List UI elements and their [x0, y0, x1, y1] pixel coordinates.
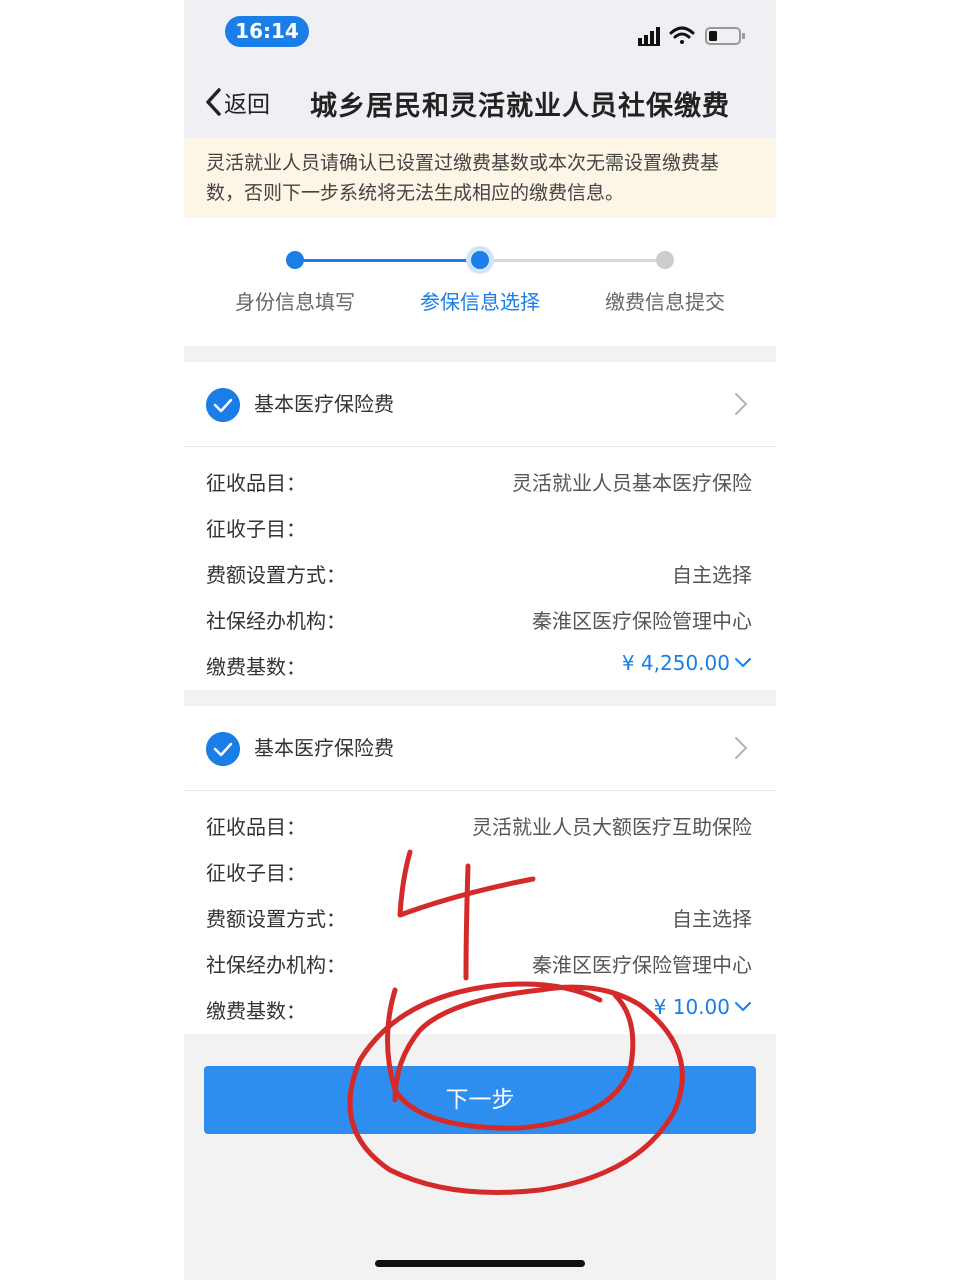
detail-row: 社保经办机构： 秦淮区医疗保险管理中心: [184, 597, 776, 643]
row-value: 自主选择: [672, 563, 752, 587]
row-label: 征收品目：: [206, 815, 306, 839]
status-time: 16:14: [225, 16, 309, 47]
step-connector-pending: [480, 259, 665, 262]
chevron-right-icon: [735, 737, 748, 759]
row-value: 灵活就业人员大额医疗互助保险: [472, 815, 752, 839]
row-label: 征收子目：: [206, 517, 306, 541]
row-value: 自主选择: [672, 907, 752, 931]
progress-stepper: 身份信息填写 参保信息选择 缴费信息提交: [184, 218, 776, 346]
status-bar: 16:14: [184, 0, 776, 66]
step-dot-2: [471, 251, 489, 269]
chevron-left-icon: [206, 88, 221, 116]
nav-bar: 返回 城乡居民和灵活就业人员社保缴费: [184, 66, 776, 138]
back-button[interactable]: 返回: [204, 86, 270, 118]
chevron-right-icon: [735, 393, 748, 415]
phone-screen: 16:14 返回 城乡居民和灵活就业人员社保缴费 灵活就业人员请确认已设置过缴费…: [184, 0, 776, 1280]
row-value: 秦淮区医疗保险管理中心: [532, 953, 752, 977]
card-header[interactable]: 基本医疗保险费: [184, 362, 776, 447]
detail-row: 征收子目：: [184, 505, 776, 551]
detail-row: 征收品目： 灵活就业人员基本医疗保险: [184, 459, 776, 505]
row-label: 费额设置方式：: [206, 907, 346, 931]
detail-row: 缴费基数： ¥ 4,250.00: [184, 643, 776, 689]
row-label: 社保经办机构：: [206, 609, 346, 633]
insurance-card-1: 基本医疗保险费 征收品目： 灵活就业人员基本医疗保险 征收子目： 费额设置方式：…: [184, 362, 776, 690]
detail-row: 征收品目： 灵活就业人员大额医疗互助保险: [184, 803, 776, 849]
page-title: 城乡居民和灵活就业人员社保缴费: [310, 91, 730, 122]
detail-row: 征收子目：: [184, 849, 776, 895]
row-label: 社保经办机构：: [206, 953, 346, 977]
back-label: 返回: [224, 92, 270, 118]
detail-row: 缴费基数： ¥ 10.00: [184, 987, 776, 1033]
base-amount-value: ¥ 10.00: [653, 995, 730, 1019]
card-title: 基本医疗保险费: [254, 736, 394, 760]
step-connector-done: [295, 259, 480, 262]
section-gap: [184, 690, 776, 706]
notice-banner: 灵活就业人员请确认已设置过缴费基数或本次无需设置缴费基数，否则下一步系统将无法生…: [184, 138, 776, 218]
step-label-3: 缴费信息提交: [605, 290, 725, 314]
status-icons: [638, 26, 745, 46]
step-dot-1: [286, 251, 304, 269]
detail-row: 社保经办机构： 秦淮区医疗保险管理中心: [184, 941, 776, 987]
check-circle-icon[interactable]: [206, 732, 240, 766]
next-step-button[interactable]: 下一步: [204, 1066, 756, 1134]
section-gap: [184, 346, 776, 362]
detail-row: 费额设置方式： 自主选择: [184, 551, 776, 597]
base-amount-dropdown[interactable]: ¥ 4,250.00: [622, 651, 752, 675]
step-dot-3: [656, 251, 674, 269]
row-value: 秦淮区医疗保险管理中心: [532, 609, 752, 633]
detail-row: 费额设置方式： 自主选择: [184, 895, 776, 941]
base-amount-dropdown[interactable]: ¥ 10.00: [654, 995, 752, 1019]
card-title: 基本医疗保险费: [254, 392, 394, 416]
home-indicator: [375, 1260, 585, 1267]
row-label: 征收品目：: [206, 471, 306, 495]
chevron-down-icon: [735, 1002, 751, 1012]
row-label: 缴费基数：: [206, 999, 306, 1023]
step-label-2: 参保信息选择: [420, 290, 540, 314]
signal-icon: [638, 27, 660, 46]
row-label: 费额设置方式：: [206, 563, 346, 587]
row-label: 征收子目：: [206, 861, 306, 885]
card-header[interactable]: 基本医疗保险费: [184, 706, 776, 791]
chevron-down-icon: [735, 658, 751, 668]
check-circle-icon[interactable]: [206, 388, 240, 422]
row-label: 缴费基数：: [206, 655, 306, 679]
step-label-1: 身份信息填写: [235, 290, 355, 314]
insurance-card-2: 基本医疗保险费 征收品目： 灵活就业人员大额医疗互助保险 征收子目： 费额设置方…: [184, 706, 776, 1034]
row-value: 灵活就业人员基本医疗保险: [512, 471, 752, 495]
wifi-icon: [669, 26, 695, 44]
battery-icon: [705, 27, 745, 45]
base-amount-value: ¥ 4,250.00: [621, 651, 730, 675]
